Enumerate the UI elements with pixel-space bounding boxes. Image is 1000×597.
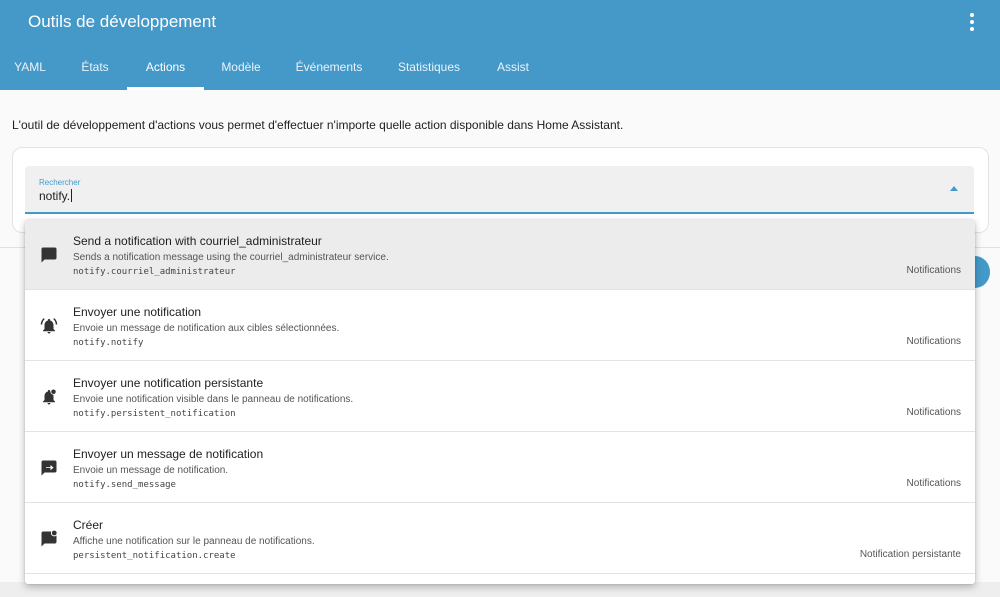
result-description: Envoie un message de notification aux ci… [73, 323, 340, 334]
result-description: Affiche une notification sur le panneau … [73, 536, 315, 547]
app-header: Outils de développement YAML États Actio… [0, 0, 1000, 90]
tab-yaml[interactable]: YAML [0, 48, 60, 90]
result-category: Notifications [906, 478, 961, 489]
result-description: Envoie une notification visible dans le … [73, 394, 354, 405]
result-category: Notifications [906, 407, 961, 418]
tab-assist[interactable]: Assist [484, 48, 542, 90]
more-vertical-icon[interactable] [962, 12, 982, 32]
result-description: Envoie un message de notification. [73, 465, 229, 476]
result-item[interactable]: Send a notification with courriel_admini… [25, 220, 975, 290]
bell-ring-icon [40, 318, 58, 334]
result-category: Notifications [906, 265, 961, 276]
result-description: Sends a notification message using the c… [73, 252, 389, 263]
page-title: Outils de développement [28, 12, 217, 31]
search-field[interactable]: Rechercher notify. [25, 166, 974, 214]
message-icon [41, 247, 57, 263]
tab-actions[interactable]: Actions [127, 48, 204, 90]
search-value: notify. [39, 189, 71, 203]
tab-modele[interactable]: Modèle [206, 48, 276, 90]
search-label: Rechercher [39, 178, 81, 187]
result-item[interactable]: Créer Affiche une notification sur le pa… [25, 504, 975, 574]
tab-bar: YAML États Actions Modèle Événements Sta… [0, 48, 1000, 90]
bell-badge-icon [43, 388, 57, 405]
footer-shade [0, 582, 1000, 597]
tab-evenements[interactable]: Événements [280, 48, 378, 90]
message-badge-icon [41, 530, 58, 547]
result-category: Notifications [906, 336, 961, 347]
chevron-up-icon[interactable] [950, 186, 958, 191]
result-action-id: notify.persistent_notification [73, 409, 236, 419]
tab-etats[interactable]: États [64, 48, 126, 90]
result-item[interactable]: Envoyer une notification persistante Env… [25, 362, 975, 432]
result-item[interactable]: Envoyer un message de notification Envoi… [25, 433, 975, 503]
result-action-id: notify.send_message [73, 480, 176, 490]
result-title: Send a notification with courriel_admini… [73, 234, 322, 248]
search-input[interactable]: notify. [39, 189, 73, 203]
result-item[interactable]: Envoyer une notification Envoie un messa… [25, 291, 975, 361]
text-caret [71, 189, 73, 202]
result-title: Envoyer une notification [73, 305, 202, 319]
result-category: Notification persistante [859, 549, 961, 560]
result-action-id: persistent_notification.create [73, 551, 236, 561]
result-action-id: notify.courriel_administrateur [73, 267, 236, 277]
result-title: Envoyer une notification persistante [73, 376, 264, 390]
page-description: L'outil de développement d'actions vous … [12, 118, 624, 132]
result-title: Envoyer un message de notification [73, 447, 264, 461]
result-action-id: notify.notify [73, 338, 144, 348]
result-title: Créer [73, 518, 104, 532]
search-results-dropdown: Send a notification with courriel_admini… [25, 220, 975, 584]
tab-statistiques[interactable]: Statistiques [382, 48, 476, 90]
message-arrow-right-icon [41, 460, 57, 476]
